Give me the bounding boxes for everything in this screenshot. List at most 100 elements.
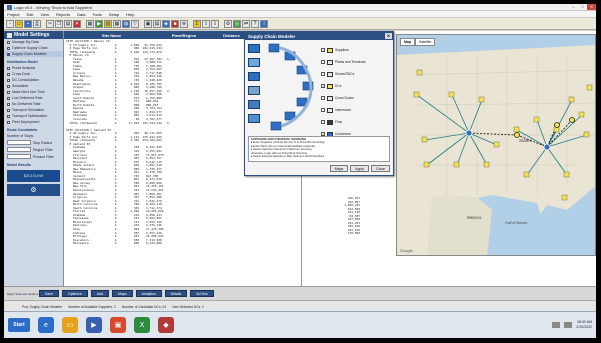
dc-marker-ashland xyxy=(543,143,551,151)
report-icon[interactable]: ▤ xyxy=(153,19,161,28)
analytics-button[interactable]: Analytics xyxy=(135,290,162,297)
compare-icon[interactable]: ⇄ xyxy=(242,19,250,28)
window-title: Logix v6.0 - Viewing 'Show to Add Suppli… xyxy=(14,4,93,10)
menu-setup[interactable]: Setup xyxy=(109,12,119,17)
print-icon[interactable]: ⎙ xyxy=(33,19,41,28)
minimize-button[interactable]: – xyxy=(569,4,578,10)
route-constraint[interactable]: Product Filter xyxy=(4,153,63,160)
info-icon[interactable]: i xyxy=(260,19,268,28)
checkbox[interactable]: ✓ xyxy=(321,84,325,89)
office-icon[interactable]: ▣ xyxy=(110,317,126,333)
table-icon[interactable]: ▦ xyxy=(86,19,94,28)
new-icon[interactable]: ▫ xyxy=(6,19,14,28)
help-icon[interactable]: ? xyxy=(251,19,259,28)
optimize-icon[interactable]: ◎ xyxy=(233,19,241,28)
ie-icon[interactable]: e xyxy=(38,317,54,333)
grid-icon[interactable]: ▦ xyxy=(113,19,121,28)
network-map[interactable]: Map Satellite States Mexico Gulf of Mexi… xyxy=(396,34,596,256)
save-icon[interactable]: ▪ xyxy=(24,19,32,28)
open-folder-icon[interactable]: ▭ xyxy=(15,19,23,28)
menu-help[interactable]: Help xyxy=(126,12,134,17)
modeler-option[interactable]: ✓ Suppliers xyxy=(321,44,391,56)
customer-marker xyxy=(523,171,530,178)
left-navigation-panel: Model Settings Manage My Data Optimize S… xyxy=(4,31,64,312)
checkbox[interactable] xyxy=(321,120,325,124)
truck-icon[interactable] xyxy=(248,100,260,109)
close-button[interactable]: Close xyxy=(371,165,390,172)
paste-icon[interactable]: ▤ xyxy=(64,19,72,28)
menu-tools[interactable]: Tools xyxy=(92,12,101,17)
maximize-button[interactable]: □ xyxy=(578,4,587,10)
folder-icon[interactable]: ▭ xyxy=(62,317,78,333)
menu-edit[interactable]: Edit xyxy=(26,12,33,17)
dc-icon[interactable] xyxy=(248,86,260,95)
checkbox[interactable]: ✓ xyxy=(321,48,325,53)
modeler-option[interactable]: Intermodal xyxy=(321,104,391,116)
map-icon[interactable]: ◍ xyxy=(122,19,130,28)
dc-marker-denver xyxy=(465,129,473,137)
cut-icon[interactable]: ✂ xyxy=(46,19,54,28)
maps-button[interactable]: Maps xyxy=(112,290,133,297)
customer-icon[interactable] xyxy=(248,114,260,123)
modeler-option[interactable]: Flow xyxy=(321,116,391,128)
stop-icon[interactable]: ■ xyxy=(171,19,179,28)
start-button[interactable]: Start xyxy=(8,318,30,332)
menu-reports[interactable]: Reports xyxy=(56,12,70,17)
ad-hoc-button[interactable]: Ad Hoc xyxy=(190,290,214,297)
menu-view[interactable]: View xyxy=(40,12,49,17)
checkbox[interactable] xyxy=(321,60,325,64)
close-window-button[interactable]: ✕ xyxy=(587,4,596,10)
warehouse-icon[interactable] xyxy=(248,72,260,81)
zoom-icon[interactable]: ⊕ xyxy=(180,19,188,28)
modeler-option[interactable]: Plants and Terminals xyxy=(321,56,391,68)
flow-node xyxy=(268,43,280,53)
customer-marker xyxy=(453,161,460,168)
checkbox[interactable] xyxy=(321,108,325,112)
satellite-tab[interactable]: Satellite xyxy=(415,38,436,46)
land-mass-south xyxy=(427,195,492,255)
layout-icon[interactable]: ▣ xyxy=(144,19,152,28)
checkbox[interactable] xyxy=(321,72,325,76)
delete-icon[interactable]: ✕ xyxy=(73,19,81,28)
network-icon[interactable]: ◈ xyxy=(162,19,170,28)
export-icon[interactable]: ⇪ xyxy=(202,19,210,28)
media-icon[interactable]: ▶ xyxy=(86,317,102,333)
cell-value: 178,500 xyxy=(347,232,360,236)
checkbox[interactable] xyxy=(321,96,325,100)
volume-icon[interactable] xyxy=(564,322,573,328)
run-icon[interactable]: ▶ xyxy=(95,19,103,28)
clock[interactable]: 08:30 AM 2/10/2022 xyxy=(576,320,592,330)
route-constraint[interactable]: Stop Radius xyxy=(4,139,63,146)
menu-project[interactable]: Project xyxy=(7,12,19,17)
modeler-option[interactable]: ✓ DCs xyxy=(321,80,391,92)
copy-icon[interactable]: ❐ xyxy=(55,19,63,28)
menu-data[interactable]: Data xyxy=(77,12,85,17)
apply-button[interactable]: Apply xyxy=(350,165,370,172)
logix-app-icon[interactable]: ◆ xyxy=(158,317,174,333)
settings-icon[interactable]: ⚙ xyxy=(224,19,232,28)
application-window: Logix v6.0 - Viewing 'Show to Add Suppli… xyxy=(4,4,596,338)
option-label: Stores/RDCs xyxy=(335,72,355,76)
route-constraint[interactable]: Region Filter xyxy=(4,146,63,153)
modeler-option[interactable]: Stores/RDCs xyxy=(321,68,391,80)
excel-icon[interactable]: X xyxy=(134,317,150,333)
optimize-button[interactable]: Optimize xyxy=(61,290,88,297)
filter-icon[interactable]: ▽ xyxy=(131,19,139,28)
sum-icon[interactable]: Σ xyxy=(193,19,201,28)
gear-icon[interactable]: ⚙ xyxy=(7,184,60,196)
add-button[interactable]: Add xyxy=(90,290,110,297)
plant-icon[interactable] xyxy=(248,58,260,67)
supplier-icon[interactable] xyxy=(248,44,260,53)
customer-marker xyxy=(483,161,490,168)
column-header-plant[interactable]: Plant/Region xyxy=(159,33,209,38)
network-icon[interactable] xyxy=(552,322,561,328)
save-button[interactable]: Save xyxy=(39,290,59,297)
details-button[interactable]: Details xyxy=(164,290,188,297)
column-header-site[interactable]: Site Name xyxy=(64,33,159,38)
modeler-option[interactable]: Cross Docks xyxy=(321,92,391,104)
maps-button[interactable]: Maps xyxy=(329,165,349,172)
import-icon[interactable]: ⇩ xyxy=(211,19,219,28)
dialog-close-button[interactable]: X xyxy=(385,33,392,39)
map-tab[interactable]: Map xyxy=(400,38,415,46)
chart-icon[interactable]: ▥ xyxy=(104,19,112,28)
